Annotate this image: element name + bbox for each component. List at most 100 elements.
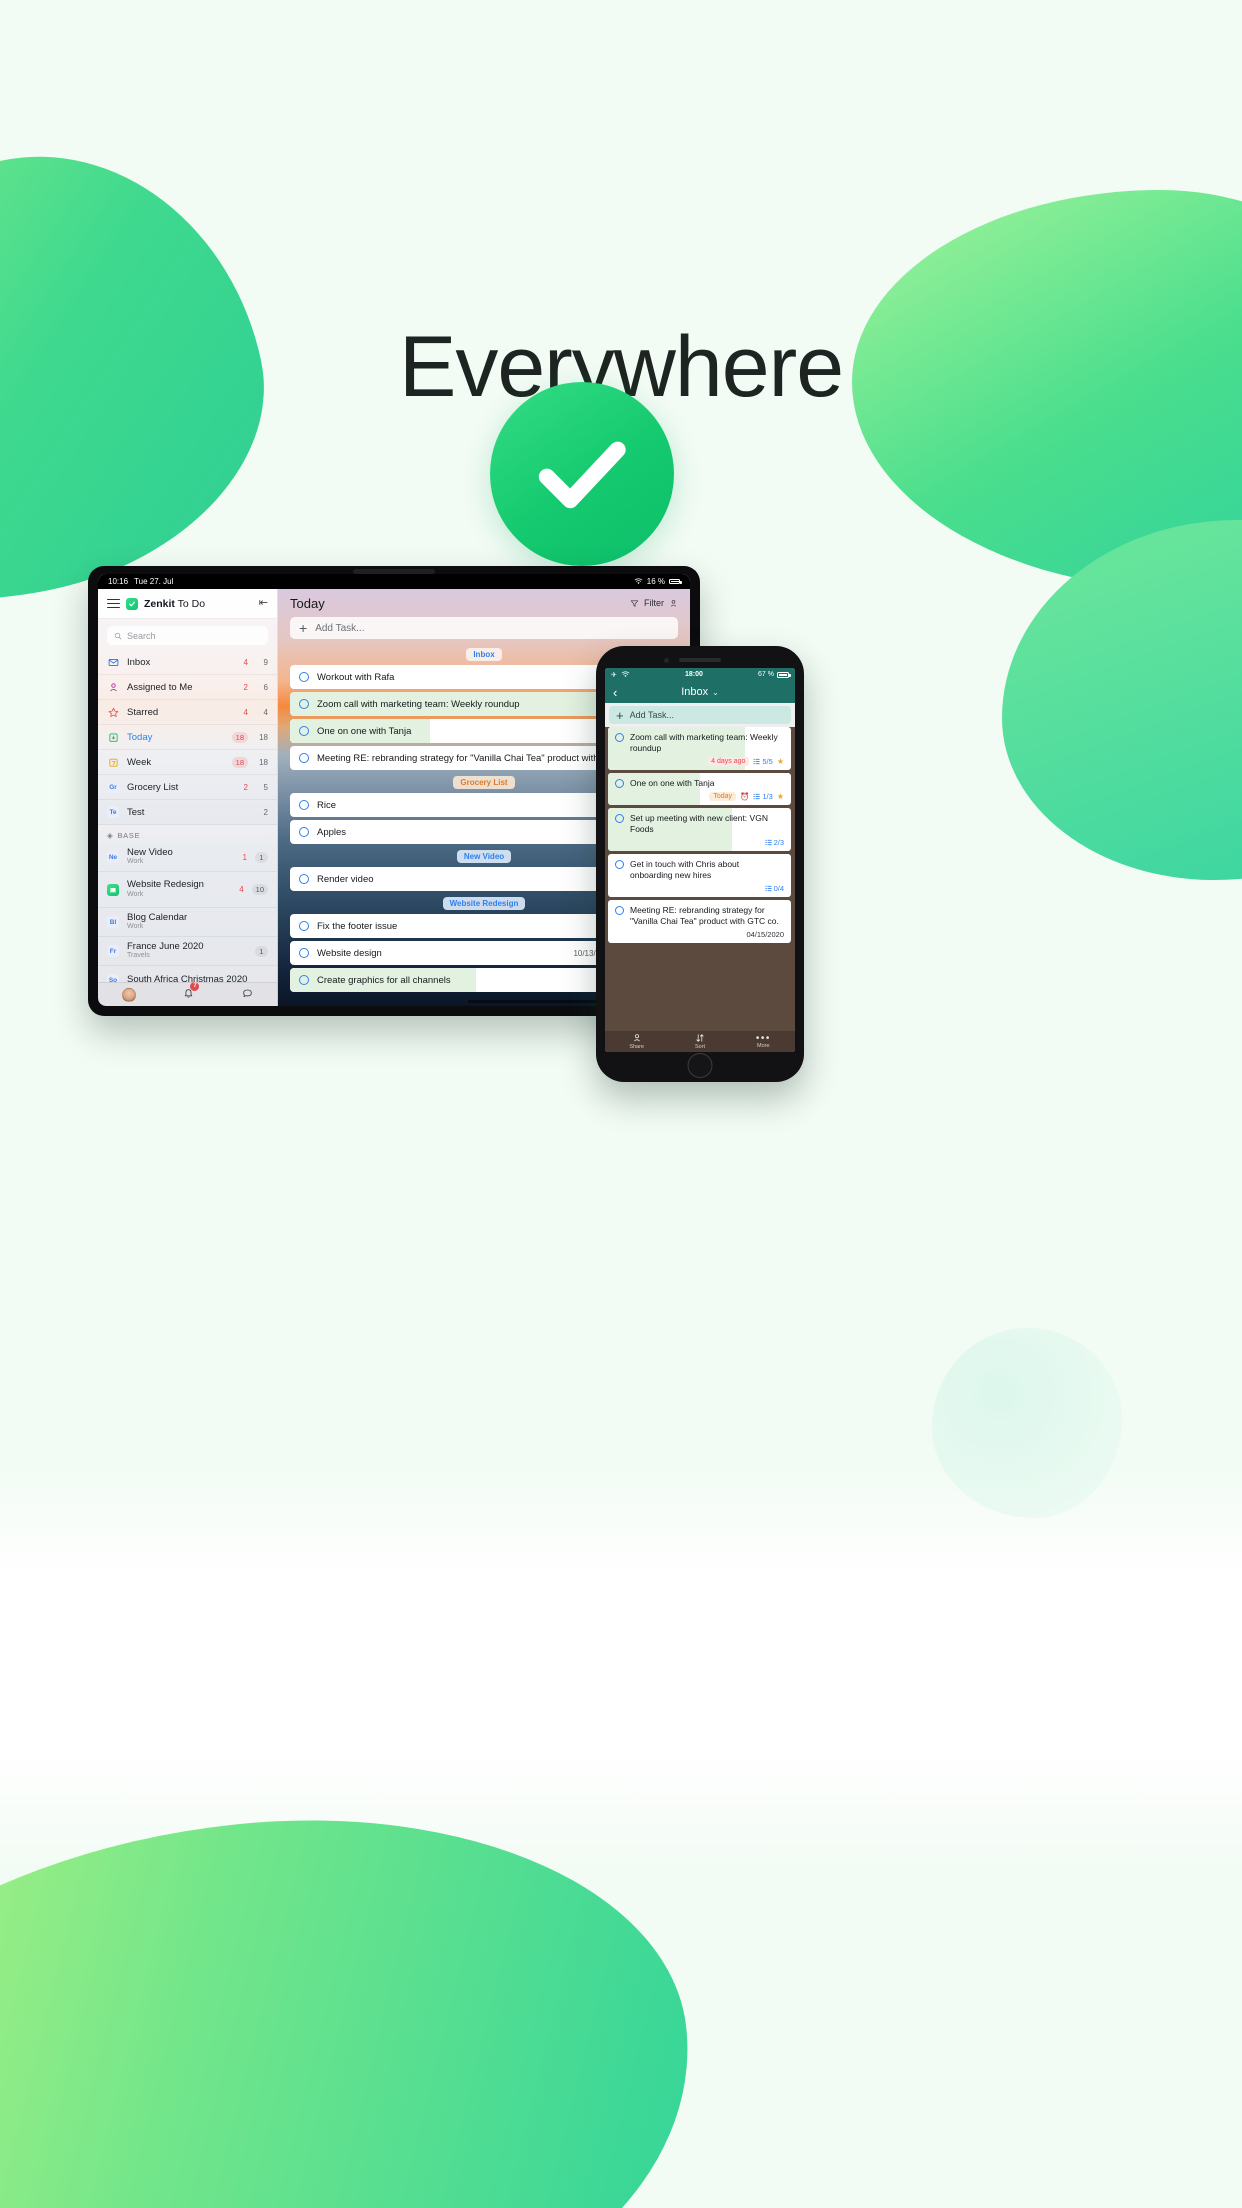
task-title: Set up meeting with new client: VGN Food… [630, 813, 768, 835]
group-chip-grocery-list[interactable]: Grocery List [453, 776, 515, 789]
task-checkbox[interactable] [299, 699, 309, 709]
funnel-icon [630, 599, 639, 607]
so-initials-icon: So [107, 974, 119, 982]
task-title: Get in touch with Chris about onboarding… [630, 859, 740, 881]
check-icon [538, 441, 626, 509]
list-item[interactable]: Get in touch with Chris about onboarding… [608, 854, 791, 898]
chat-icon[interactable] [242, 986, 253, 1004]
check-badge [490, 382, 674, 566]
envelope-icon [107, 656, 119, 668]
sidebar-item-red-count: 4 [243, 707, 248, 717]
star-icon[interactable]: ★ [777, 757, 784, 766]
checklist-count: 5/5 [762, 757, 773, 767]
search-placeholder: Search [127, 630, 156, 641]
phone-status-time: 18:00 [685, 671, 703, 678]
task-checkbox[interactable] [615, 733, 624, 742]
phone-view-title[interactable]: Inbox ⌄ [605, 686, 795, 698]
checklist-count: 0/4 [773, 884, 784, 894]
task-title: Zoom call with marketing team: Weekly ro… [630, 732, 778, 754]
sidebar-item-sublabel: Travels [127, 952, 150, 960]
task-title: Fix the footer issue [317, 920, 398, 932]
wifi-icon [621, 671, 630, 677]
diamond-icon: ◈ [107, 831, 114, 840]
tab-label: Sort [694, 1044, 706, 1050]
person-icon[interactable] [669, 599, 678, 608]
add-task-placeholder: Add Task... [315, 622, 365, 634]
sidebar-item-red-count: 2 [243, 782, 248, 792]
task-due-badge: Today [709, 792, 737, 802]
task-checkbox[interactable] [299, 672, 309, 682]
sidebar-item-red-count: 1 [242, 852, 247, 862]
list-item[interactable]: Meeting RE: rebranding strategy for "Van… [608, 900, 791, 944]
task-checklist: 1/3 [753, 792, 773, 801]
sidebar-item-sublabel: Work [127, 923, 144, 931]
zenkit-check-logo [126, 597, 138, 610]
sidebar-item-blog-calendar[interactable]: Bl Blog Calendar Work [98, 908, 277, 937]
view-title: Today [290, 595, 325, 611]
filter-button[interactable]: Filter [630, 598, 678, 608]
phone-status-bar: ✈ 18:00 67 % [605, 668, 795, 681]
task-checkbox[interactable] [299, 874, 309, 884]
sidebar-item-label: Blog Calendar [127, 912, 188, 923]
sidebar-item-inbox[interactable]: Inbox 4 9 [98, 650, 277, 675]
hamburger-icon[interactable] [107, 598, 120, 609]
tab-label: More [757, 1042, 770, 1049]
task-checkbox[interactable] [615, 814, 624, 824]
task-title: Zoom call with marketing team: Weekly ro… [317, 698, 520, 710]
fr-initials-icon: Fr [107, 945, 119, 957]
white-band [0, 1458, 1242, 1878]
task-checkbox[interactable] [299, 948, 309, 958]
add-task-input[interactable]: + Add Task... [290, 617, 678, 639]
tab-share[interactable]: Share [605, 1031, 668, 1052]
collapse-sidebar-icon[interactable]: ⇤ [259, 598, 268, 609]
list-item[interactable]: One on one with Tanja Today ⏰ 1/3 ★ [608, 773, 791, 806]
sidebar-item-france-june-2020[interactable]: Fr France June 2020 Travels 1 [98, 937, 277, 966]
bell-icon[interactable]: 7 [183, 981, 200, 1004]
group-chip-website-redesign[interactable]: Website Redesign [442, 897, 526, 910]
sidebar-item-starred[interactable]: Starred 4 4 [98, 700, 277, 725]
sidebar-item-test[interactable]: Te Test 2 [98, 800, 277, 825]
sidebar-item-south-africa-christmas-2020[interactable]: So South Africa Christmas 2020 [98, 966, 277, 982]
tab-more[interactable]: ••• More [732, 1031, 795, 1052]
task-checkbox[interactable] [299, 726, 309, 736]
plus-icon: + [616, 707, 624, 723]
task-checkbox[interactable] [615, 779, 624, 789]
sidebar-item-new-video[interactable]: Ne New Video Work 1 1 [98, 843, 277, 872]
add-task-input[interactable]: + Add Task... [609, 706, 791, 724]
task-checkbox[interactable] [299, 827, 309, 837]
sidebar-item-week[interactable]: Week 18 18 [98, 750, 277, 775]
tablet-status-bar: 10:16 Tue 27. Jul 16 % [98, 574, 690, 589]
phone-home-button[interactable] [687, 1053, 713, 1078]
sidebar-header: Zenkit To Do ⇤ [98, 589, 277, 619]
app-name-product: To Do [174, 597, 206, 610]
notification-count-badge: 7 [190, 981, 200, 991]
sidebar-item-assigned-to-me[interactable]: Assigned to Me 2 6 [98, 675, 277, 700]
task-checkbox[interactable] [299, 921, 309, 931]
phone-tab-bar: Share Sort ••• More [605, 1030, 795, 1052]
scrollbar[interactable] [468, 1000, 603, 1003]
sidebar-item-total-count: 5 [263, 782, 268, 792]
task-checkbox[interactable] [299, 753, 309, 763]
tab-sort[interactable]: Sort [668, 1031, 731, 1052]
checklist-count: 2/3 [773, 838, 784, 848]
sidebar-item-label: Today [127, 731, 153, 743]
sidebar-item-today[interactable]: Today 18 18 [98, 725, 277, 750]
sidebar-item-total-count: 4 [263, 707, 268, 717]
group-chip-inbox[interactable]: Inbox [466, 648, 502, 661]
task-title: Meeting RE: rebranding strategy for "Van… [630, 905, 779, 927]
sidebar-item-grocery-list[interactable]: Gr Grocery List 2 5 [98, 775, 277, 800]
task-checkbox[interactable] [299, 800, 309, 810]
task-checkbox[interactable] [615, 906, 624, 916]
more-dots-icon: ••• [755, 1032, 771, 1044]
list-item[interactable]: Set up meeting with new client: VGN Food… [608, 808, 791, 852]
avatar[interactable] [121, 987, 136, 1002]
sidebar-item-website-redesign[interactable]: Website Redesign Work 4 10 [98, 872, 277, 908]
sidebar-item-label: South Africa Christmas 2020 [127, 974, 248, 982]
list-item[interactable]: Zoom call with marketing team: Weekly ro… [608, 727, 791, 771]
star-icon[interactable]: ★ [777, 792, 784, 801]
phone-speaker [679, 658, 721, 662]
task-checkbox[interactable] [299, 975, 309, 985]
task-checkbox[interactable] [615, 860, 624, 870]
group-chip-new-video[interactable]: New Video [456, 850, 512, 863]
search-input[interactable]: Search [107, 626, 268, 645]
